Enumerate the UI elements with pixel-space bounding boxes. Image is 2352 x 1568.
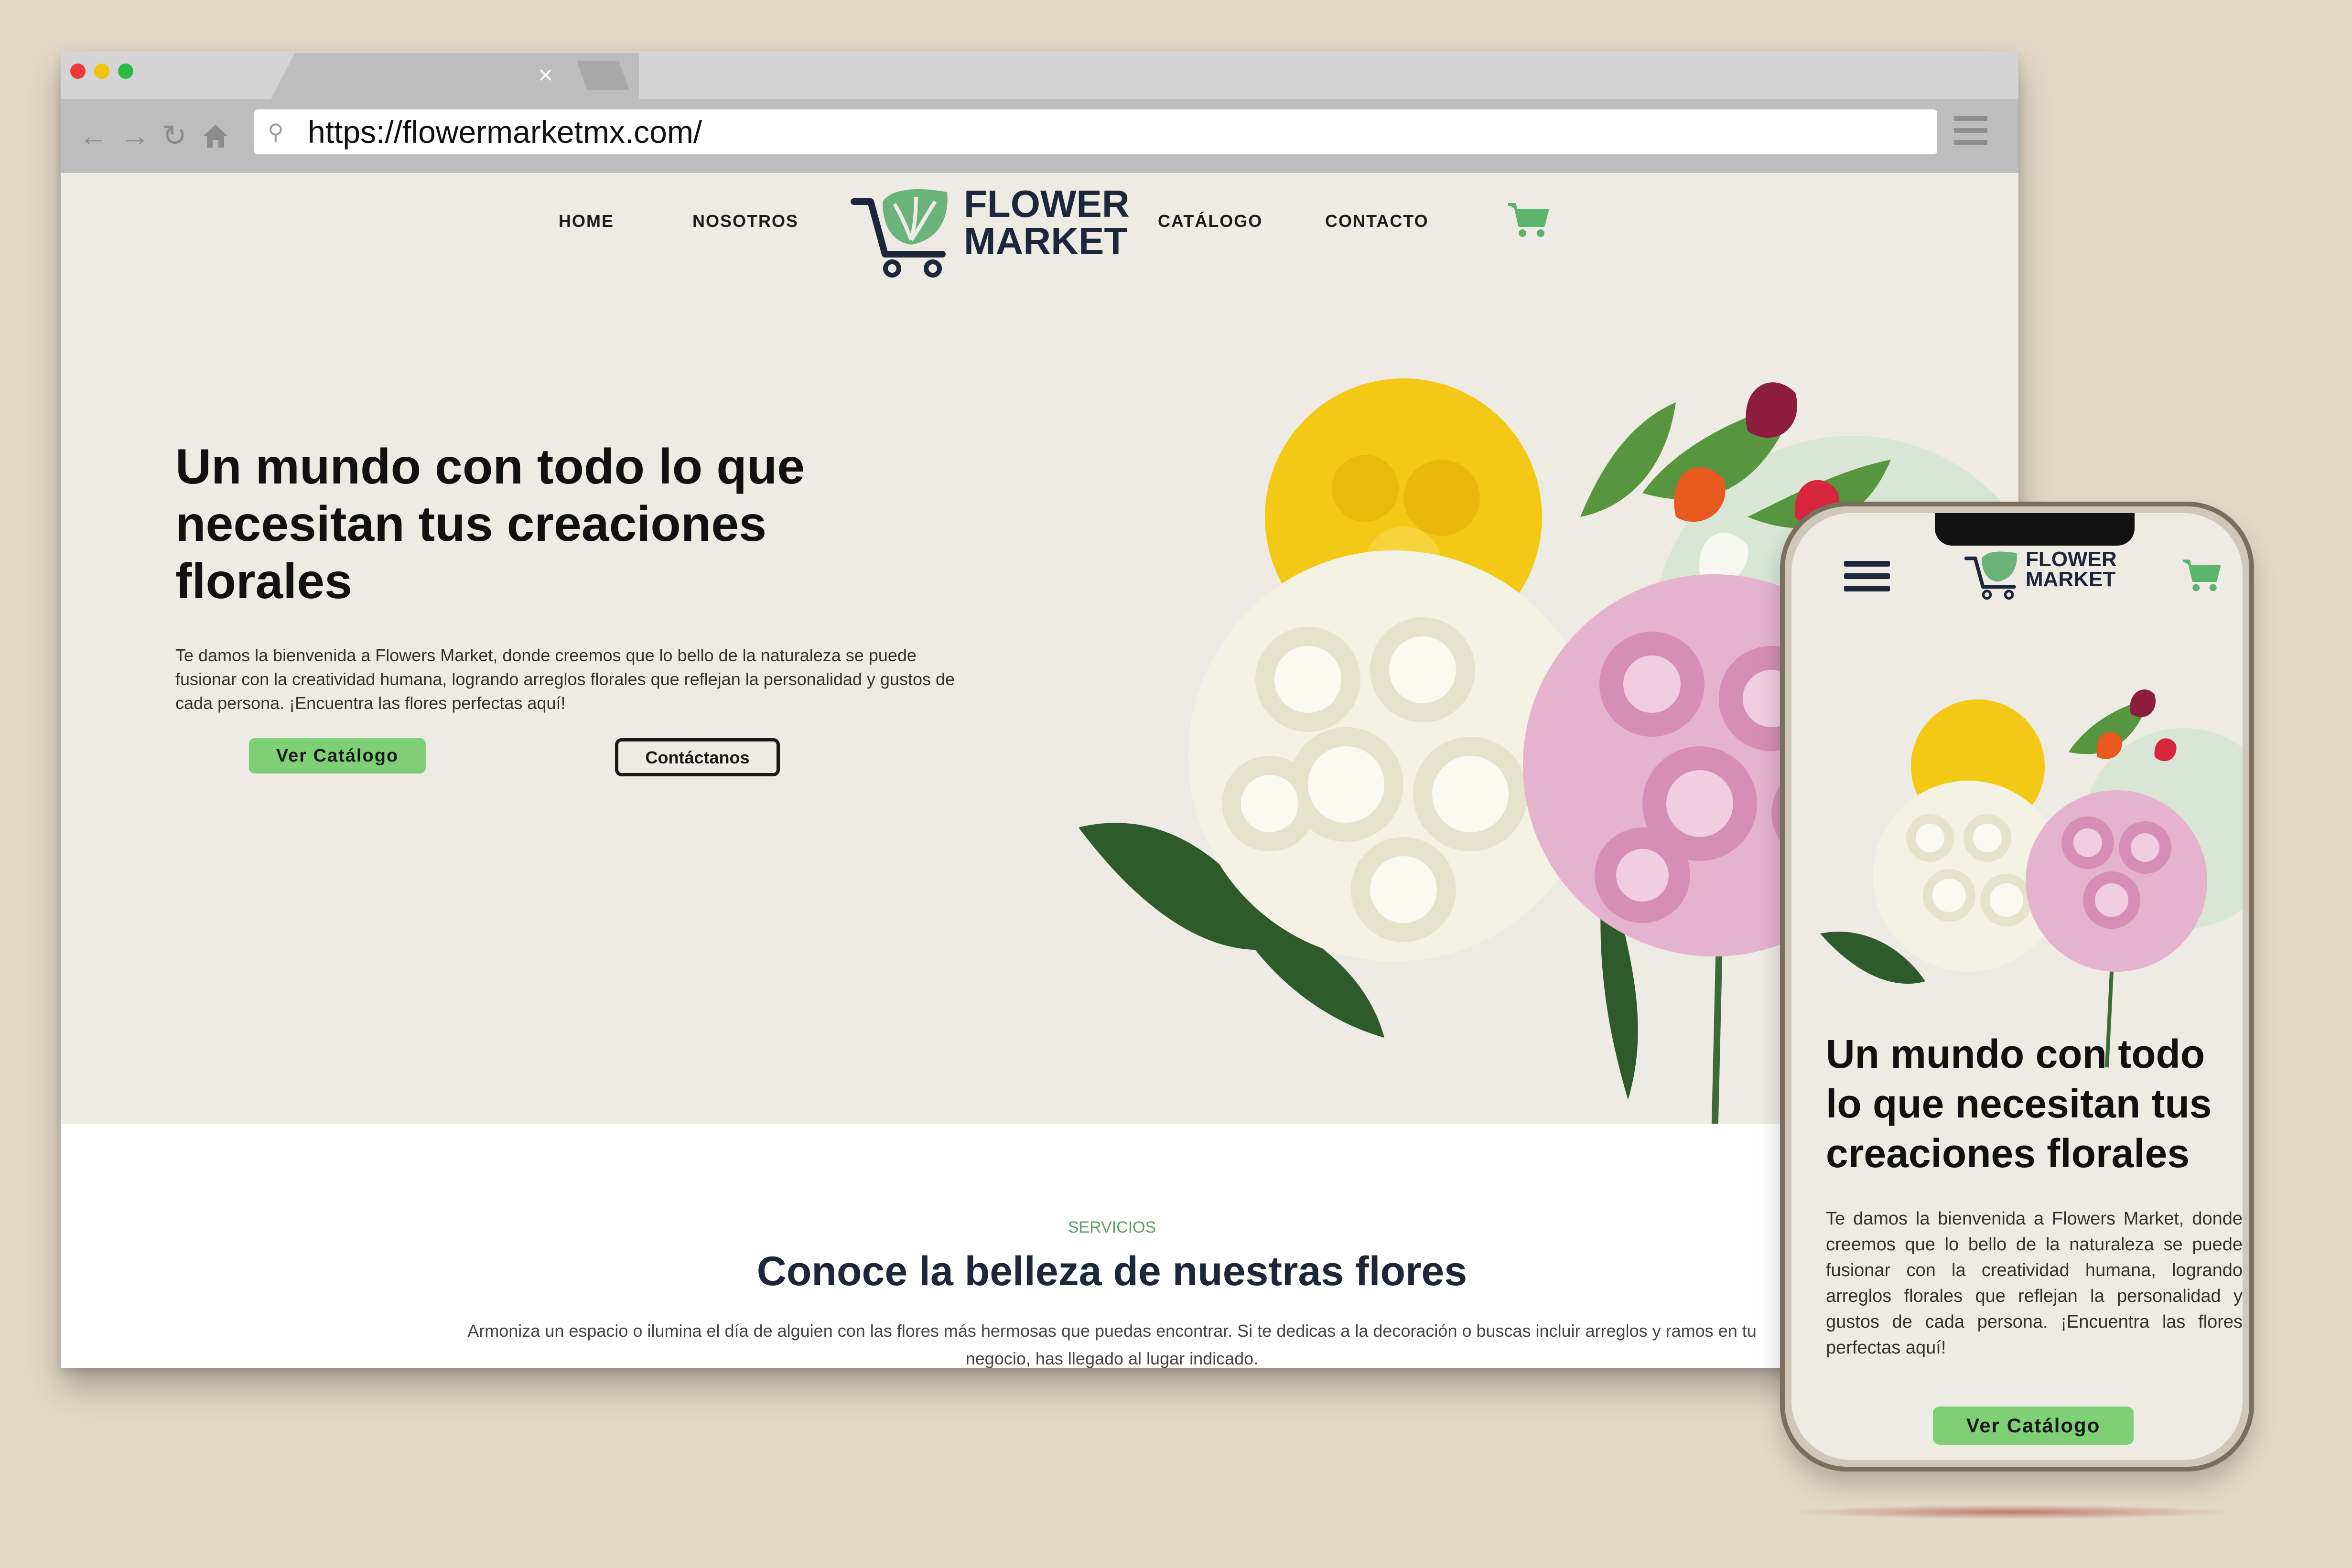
minimize-window-button[interactable]	[94, 64, 109, 79]
url-text[interactable]: https://flowermarketmx.com/	[308, 115, 702, 149]
services-description: Armoniza un espacio o ilumina el día de …	[467, 1321, 1757, 1368]
phone-screen: FLOWER MARKET Un mundo con todo lo que n…	[1791, 513, 2243, 1460]
ver-catalogo-button[interactable]: Ver Catálogo	[249, 738, 426, 773]
close-window-button[interactable]	[70, 64, 86, 79]
back-arrow-icon[interactable]: ←	[79, 121, 108, 151]
logo-line-1: FLOWER	[964, 183, 1130, 225]
hero-title: Un mundo con todo lo que necesitan tus c…	[175, 439, 805, 609]
cart-icon[interactable]	[1506, 201, 1549, 239]
phone-logo-text: FLOWER MARKET	[2026, 549, 2117, 590]
cart-flower-logo-icon	[851, 189, 948, 278]
website-page: HOME NOSOTROS FLOWER MARKET CATÁLOGO CON…	[61, 173, 2018, 1368]
services-label: SERVICIOS	[1068, 1218, 1156, 1236]
browser-toolbar: ← → ↻ ⚲ https://flowermarketmx.com/	[61, 99, 2018, 173]
nav-nosotros[interactable]: NOSOTROS	[692, 211, 798, 231]
logo-text: FLOWER MARKET	[964, 185, 1130, 260]
maximize-window-button[interactable]	[118, 64, 133, 79]
phone-mockup: FLOWER MARKET Un mundo con todo lo que n…	[1780, 502, 2254, 1471]
phone-logo-line-1: FLOWER	[2026, 548, 2117, 571]
services-title: Conoce la belleza de nuestras flores	[756, 1248, 1467, 1294]
browser-window: × ← → ↻ ⚲ https://flowermarketmx.com/ HO…	[61, 51, 2018, 1368]
cart-icon[interactable]	[2181, 557, 2221, 593]
forward-arrow-icon[interactable]: →	[120, 121, 150, 151]
contactanos-button[interactable]: Contáctanos	[615, 738, 780, 776]
logo-line-2: MARKET	[964, 220, 1128, 262]
menu-icon[interactable]	[1954, 116, 1987, 152]
home-icon[interactable]	[202, 124, 229, 149]
phone-logo-line-2: MARKET	[2026, 568, 2116, 591]
cart-flower-logo-icon	[1964, 551, 2017, 600]
phone-notch	[1935, 513, 2135, 546]
phone-logo[interactable]: FLOWER MARKET	[1964, 547, 2117, 604]
flower-bouquet-image	[1820, 689, 2243, 1068]
nav-catalogo[interactable]: CATÁLOGO	[1158, 211, 1262, 231]
phone-hero-description: Te damos la bienvenida a Flowers Market,…	[1826, 1209, 2243, 1358]
hero-section: HOME NOSOTROS FLOWER MARKET CATÁLOGO CON…	[61, 173, 2018, 1162]
phone-ver-catalogo-button[interactable]: Ver Catálogo	[1933, 1407, 2134, 1445]
address-bar[interactable]: ⚲ https://flowermarketmx.com/	[254, 109, 1937, 154]
hamburger-icon[interactable]	[1844, 561, 1890, 598]
tab-close-icon[interactable]: ×	[538, 61, 553, 89]
nav-contacto[interactable]: CONTACTO	[1325, 211, 1429, 231]
search-icon: ⚲	[268, 119, 284, 144]
reload-icon[interactable]: ↻	[162, 121, 187, 151]
phone-shadow	[1787, 1505, 2236, 1519]
hero-description: Te damos la bienvenida a Flowers Market,…	[175, 645, 955, 713]
nav-home[interactable]: HOME	[559, 211, 614, 231]
services-section: SERVICIOS Conoce la belleza de nuestras …	[61, 1124, 2018, 1368]
tab-bar: ×	[61, 51, 2018, 99]
phone-hero-title: Un mundo con todo lo que necesitan tus c…	[1826, 1031, 2212, 1176]
flower-market-logo[interactable]: FLOWER MARKET	[849, 183, 1130, 283]
